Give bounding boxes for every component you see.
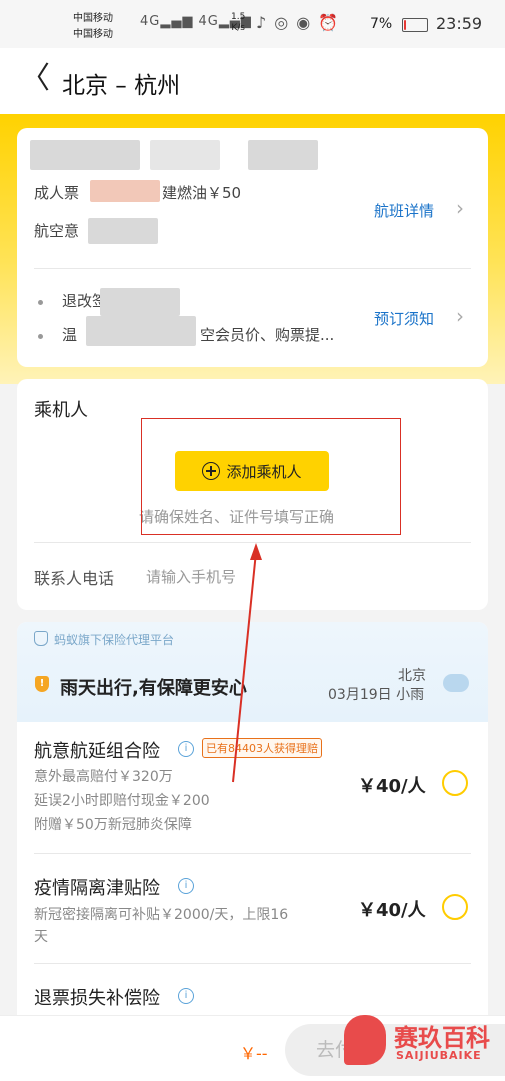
insurance-price: ￥40/人	[358, 900, 426, 921]
insurance-radio[interactable]	[442, 894, 468, 920]
bullet-icon	[38, 334, 43, 339]
weather-date: 03月19日 小雨	[328, 687, 425, 703]
divider	[34, 268, 471, 269]
insurance-name: 退票损失补偿险	[34, 988, 160, 1009]
insurance-name: 航意航延组合险	[34, 741, 160, 762]
insurance-desc: 延误2小时即赔付现金￥200	[34, 793, 210, 809]
status-icons: ♪◎◉⏰	[256, 13, 346, 32]
notification-icon: ♪	[256, 13, 275, 32]
total-price: ￥--	[240, 1044, 268, 1063]
page-title: 北京 – 杭州	[62, 73, 181, 99]
info-icon[interactable]: i	[178, 988, 194, 1004]
watermark-logo-icon	[344, 1015, 386, 1065]
bullet-icon	[38, 300, 43, 305]
insurance-price: ￥40/人	[358, 776, 426, 797]
blurred-text	[86, 316, 196, 346]
insurance-desc: 天	[34, 929, 48, 945]
battery-icon	[402, 18, 428, 32]
alarm-icon: ⏰	[318, 13, 347, 32]
battery-percent: 7%	[370, 16, 393, 32]
chevron-right-icon: ›	[456, 304, 464, 328]
blurred-text	[88, 218, 158, 244]
rain-cloud-icon	[443, 674, 469, 692]
blurred-text	[150, 140, 220, 170]
divider	[34, 853, 471, 854]
insurance-name: 疫情隔离津贴险	[34, 878, 160, 899]
insurance-desc: 附赠￥50万新冠肺炎保障	[34, 817, 192, 833]
adult-ticket-label: 成人票	[34, 184, 80, 202]
passenger-section-title: 乘机人	[34, 400, 88, 421]
contact-phone-label: 联系人电话	[34, 569, 115, 588]
speed-value: 1.5	[231, 12, 246, 22]
divider	[34, 963, 471, 964]
blurred-text	[100, 288, 180, 316]
carrier-1: 中国移动	[73, 13, 113, 24]
chevron-right-icon: ›	[456, 196, 464, 220]
weather-city: 北京	[398, 668, 426, 684]
booking-notice-link[interactable]: 预订须知	[374, 308, 434, 329]
rain-banner-title: 雨天出行,有保障更安心	[60, 678, 247, 699]
network-speed: 1.5 K/s	[231, 12, 245, 34]
platform-label: 蚂蚁旗下保险代理平台	[54, 633, 175, 647]
shield-outline-icon	[34, 631, 48, 646]
tip-text: 空会员价、购票提...	[200, 326, 335, 344]
insurance-desc: 新冠密接隔离可补贴￥2000/天，上限16	[34, 907, 289, 923]
contact-phone-input[interactable]: 请输入手机号	[146, 566, 236, 587]
annotation-highlight-box	[141, 418, 401, 535]
flight-details-link[interactable]: 航班详情	[374, 200, 434, 221]
blurred-text	[30, 140, 140, 170]
insurance-label: 航空意	[34, 222, 80, 240]
tip-prefix: 温	[62, 326, 78, 344]
divider	[34, 542, 471, 543]
back-arrow-icon[interactable]: 〈	[20, 64, 50, 94]
claim-badge: 已有84403人获得理赔	[202, 738, 322, 758]
blurred-text	[248, 140, 318, 170]
fuel-fee: 建燃油￥50	[162, 184, 242, 202]
insurance-desc: 意外最高赔付￥320万	[34, 769, 173, 785]
eye-icon: ◉	[296, 13, 319, 32]
shield-icon: !	[35, 676, 49, 692]
battery-fill	[404, 20, 406, 30]
info-icon[interactable]: i	[178, 878, 194, 894]
watermark-title: 赛玖百科	[394, 1024, 490, 1052]
headset-icon: ◎	[274, 13, 297, 32]
clock: 23:59	[436, 14, 483, 33]
carrier-2: 中国移动	[73, 29, 113, 40]
watermark-subtitle: SAIJIUBAIKE	[396, 1049, 482, 1062]
speed-unit: K/s	[231, 23, 245, 33]
blurred-price	[90, 180, 160, 202]
insurance-radio[interactable]	[442, 770, 468, 796]
info-icon[interactable]: i	[178, 741, 194, 757]
